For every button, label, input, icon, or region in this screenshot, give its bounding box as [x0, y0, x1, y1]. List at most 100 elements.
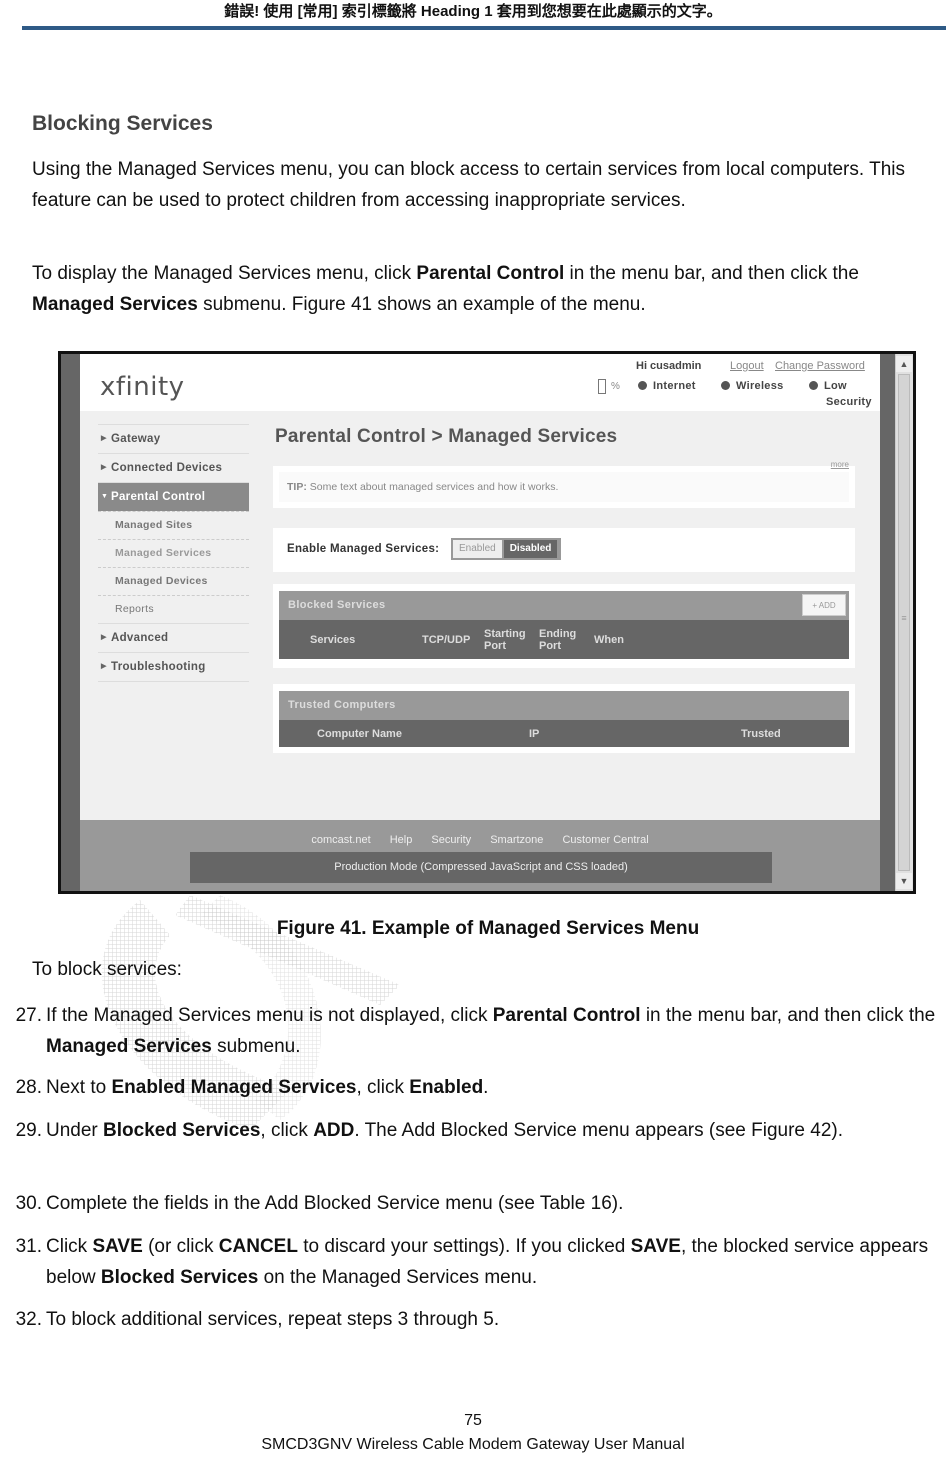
step-text: on the Managed Services menu. — [258, 1267, 538, 1288]
change-password-link[interactable]: Change Password — [775, 360, 865, 372]
user-greeting: Hi cusadmin — [636, 360, 702, 372]
bold-term: SAVE — [630, 1236, 681, 1257]
bold-term: Blocked Services — [100, 1267, 259, 1288]
wireless-status[interactable]: Wireless — [721, 380, 784, 392]
footer-link-help[interactable]: Help — [390, 834, 413, 846]
nav-managed-services[interactable]: Managed Services — [98, 539, 249, 567]
caret-right-icon: ▶ — [101, 435, 107, 442]
step-text: Complete the fields in the Add Blocked S… — [46, 1193, 624, 1214]
battery-icon — [598, 379, 606, 394]
step-text: (or click — [142, 1236, 219, 1257]
security-status[interactable]: Low — [809, 380, 847, 392]
column-header: Starting Port — [484, 628, 526, 652]
footer-link-smartzone[interactable]: Smartzone — [490, 834, 543, 846]
bold-term: Enabled — [409, 1077, 484, 1098]
caret-right-icon: ▶ — [101, 634, 107, 641]
router-page: xfinity Hi cusadmin Logout Change Passwo… — [80, 354, 880, 891]
manual-title: SMCD3GNV Wireless Cable Modem Gateway Us… — [261, 1436, 685, 1453]
security-status-label: Security — [826, 396, 872, 408]
footer-link-comcast[interactable]: comcast.net — [311, 834, 370, 846]
scroll-down-icon[interactable]: ▼ — [896, 873, 912, 889]
step-text: , click — [356, 1077, 410, 1098]
step-text: . The Add Blocked Service menu appears (… — [354, 1120, 843, 1141]
trusted-computers-title: Trusted Computers — [288, 699, 396, 711]
nav-reports[interactable]: Reports — [98, 595, 249, 623]
grip-icon: ≡ — [901, 612, 907, 623]
step-text: to discard your settings). If you clicke… — [297, 1236, 631, 1257]
caret-down-icon: ▼ — [101, 493, 109, 500]
internet-status-icon — [638, 381, 647, 390]
footer-link-customer-central[interactable]: Customer Central — [562, 834, 648, 846]
nav-parental-control[interactable]: ▼ Parental Control — [98, 482, 249, 511]
caret-right-icon: ▶ — [101, 663, 107, 670]
step-text: . — [483, 1077, 489, 1098]
battery-percent: % — [611, 381, 620, 392]
nav-advanced[interactable]: ▶ Advanced — [98, 623, 249, 652]
scroll-up-icon[interactable]: ▲ — [896, 356, 912, 372]
header-rule — [22, 26, 946, 30]
scroll-thumb[interactable]: ≡ — [898, 374, 910, 871]
nav-gateway[interactable]: ▶ Gateway — [98, 424, 249, 453]
step-text: To block additional services, repeat ste… — [46, 1309, 500, 1330]
production-mode-banner: Production Mode (Compressed JavaScript a… — [190, 852, 772, 883]
nav-connected-devices[interactable]: ▶ Connected Devices — [98, 453, 249, 482]
nav-troubleshooting[interactable]: ▶ Troubleshooting — [98, 652, 249, 681]
column-header: Services — [310, 634, 356, 646]
caret-right-icon: ▶ — [101, 464, 107, 471]
enable-toggle: Enabled Disabled — [451, 538, 561, 560]
bold-term: Blocked Services — [103, 1120, 261, 1141]
trusted-computers-panel: Trusted Computers Computer Name IP Trust… — [273, 684, 855, 753]
tip-text: TIP: Some text about managed services an… — [279, 472, 849, 502]
disabled-option[interactable]: Disabled — [503, 540, 558, 558]
footer-link-security[interactable]: Security — [431, 834, 471, 846]
security-status-icon — [809, 381, 818, 390]
step-text: , click — [260, 1120, 314, 1141]
column-header: Ending Port — [539, 628, 577, 652]
intro-paragraph: Using the Managed Services menu, you can… — [32, 159, 905, 211]
figure-screenshot: xfinity Hi cusadmin Logout Change Passwo… — [58, 351, 916, 894]
nav-managed-devices[interactable]: Managed Devices — [98, 567, 249, 595]
blocked-services-title: Blocked Services — [288, 599, 386, 611]
footer-links: comcast.net Help Security Smartzone Cust… — [80, 834, 880, 846]
internet-status[interactable]: Internet — [638, 380, 696, 392]
blocked-services-panel: Blocked Services + ADD Services TCP/UDP … — [273, 584, 855, 668]
step-text: If the Managed Services menu is not disp… — [46, 1005, 493, 1026]
more-link[interactable]: more — [831, 460, 849, 469]
step-text: Click — [46, 1236, 93, 1257]
bold-term: Parental Control — [492, 1005, 641, 1026]
column-header: TCP/UDP — [422, 634, 471, 646]
page-number: 75 — [464, 1412, 482, 1429]
bold-term: CANCEL — [218, 1236, 298, 1257]
scrollbar[interactable]: ▲ ≡ ▼ — [895, 354, 913, 891]
step-text: Under — [46, 1120, 104, 1141]
router-topbar: xfinity Hi cusadmin Logout Change Passwo… — [80, 354, 880, 411]
enabled-option[interactable]: Enabled — [453, 540, 502, 558]
step-text: in the menu bar, and then click the — [640, 1005, 936, 1026]
steps-intro: To block services: — [32, 959, 182, 980]
nav-divider — [98, 681, 249, 683]
tip-panel: TIP: Some text about managed services an… — [273, 460, 855, 508]
trusted-computers-header: Trusted Computers — [279, 691, 849, 720]
wireless-status-icon — [721, 381, 730, 390]
bold-term: ADD — [313, 1120, 355, 1141]
bold-term: Managed Services — [46, 1036, 212, 1057]
step-text: submenu. — [211, 1036, 301, 1057]
column-header: Computer Name — [317, 728, 402, 740]
logout-link[interactable]: Logout — [730, 360, 764, 372]
column-header: When — [594, 634, 624, 646]
router-footer: comcast.net Help Security Smartzone Cust… — [80, 820, 880, 891]
blocked-services-columns: Services TCP/UDP Starting Port Ending Po… — [279, 620, 849, 659]
bold-term: SAVE — [92, 1236, 143, 1257]
section-heading: Blocking Services — [32, 112, 213, 135]
column-header: Trusted — [741, 728, 781, 740]
enable-panel: Enable Managed Services: Enabled Disable… — [273, 528, 855, 572]
add-button[interactable]: + ADD — [802, 594, 846, 616]
trusted-computers-columns: Computer Name IP Trusted — [279, 720, 849, 747]
xfinity-logo: xfinity — [100, 372, 185, 402]
blocked-services-header: Blocked Services + ADD — [279, 591, 849, 620]
nav-managed-sites[interactable]: Managed Sites — [98, 511, 249, 539]
enable-managed-services-label: Enable Managed Services: — [287, 543, 440, 555]
step-text: Next to — [46, 1077, 112, 1098]
figure-caption: Figure 41. Example of Managed Services M… — [276, 918, 700, 939]
bold-term: Enabled Managed Services — [111, 1077, 357, 1098]
